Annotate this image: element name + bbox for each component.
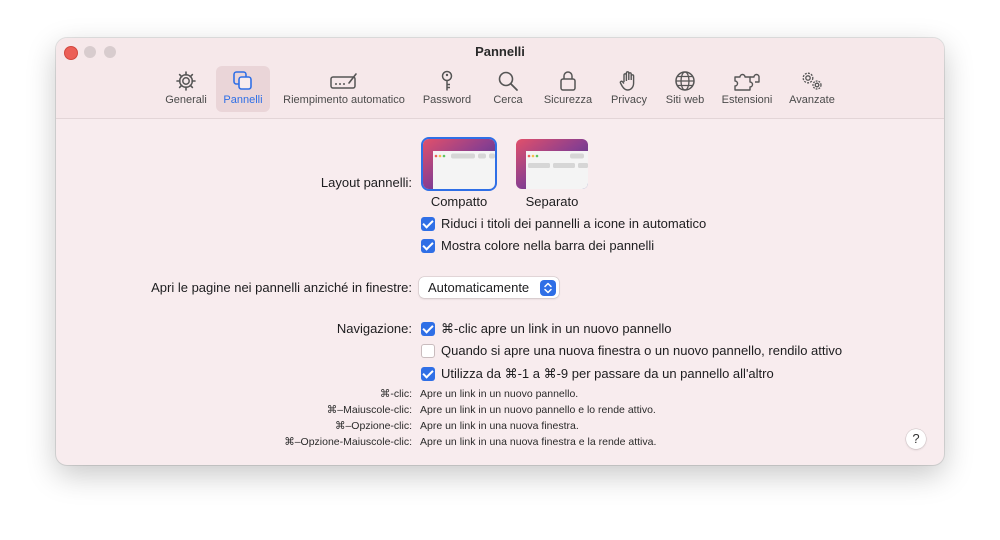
activate-new-label: Quando si apre una nuova finestra o un n… — [441, 343, 843, 358]
lock-icon — [556, 69, 580, 93]
cmd-number-label: Utilizza da ⌘-1 a ⌘-9 per passare da un … — [441, 366, 774, 381]
globe-icon — [673, 69, 697, 93]
tab-label: Cerca — [493, 94, 523, 106]
tab-avanzate[interactable]: Avanzate — [784, 66, 840, 112]
shortcut-key: ⌘–Opzione-clic: — [334, 420, 412, 432]
magnifier-icon — [496, 69, 520, 93]
puzzle-icon — [732, 69, 762, 93]
layout-label: Layout pannelli: — [320, 175, 412, 190]
open-pages-label: Apri le pagine nei pannelli anziché in f… — [151, 280, 412, 295]
show-color-checkbox[interactable] — [421, 239, 435, 253]
tab-label: Password — [422, 94, 472, 106]
tab-siti-web[interactable]: Siti web — [660, 66, 710, 112]
tab-label: Generali — [165, 94, 207, 106]
tab-estensioni[interactable]: Estensioni — [716, 66, 778, 112]
hand-icon — [617, 69, 641, 93]
content-area: Layout pannelli: Compatto Separato Riduc… — [56, 119, 944, 465]
tab-label: Pannelli — [223, 94, 263, 106]
tab-sicurezza[interactable]: Sicurezza — [538, 66, 598, 112]
compact-titles-checkbox[interactable] — [421, 217, 435, 231]
tab-label: Avanzate — [789, 94, 835, 106]
navigation-label: Navigazione: — [336, 321, 412, 336]
shortcut-desc: Apre un link in una nuova finestra. — [420, 420, 579, 432]
open-pages-popup[interactable]: Automaticamente — [419, 277, 559, 298]
gears-icon — [798, 69, 826, 93]
show-color-label: Mostra colore nella barra dei pannelli — [441, 238, 655, 253]
shortcut-key: ⌘-clic: — [379, 388, 412, 400]
help-button[interactable]: ? — [906, 429, 926, 449]
tabs-icon — [231, 69, 255, 93]
titlebar: Pannelli Generali Pannelli Riempimento a… — [56, 38, 944, 119]
key-icon — [435, 69, 459, 93]
tab-label: Siti web — [665, 94, 705, 106]
layout-compact-label: Compatto — [430, 194, 488, 209]
tab-pannelli[interactable]: Pannelli — [216, 66, 270, 112]
autofill-icon — [329, 69, 359, 93]
tab-label: Privacy — [610, 94, 648, 106]
cmd-click-label: ⌘-clic apre un link in un nuovo pannello — [441, 321, 672, 336]
shortcut-key: ⌘–Maiuscole-clic: — [326, 404, 412, 416]
cmd-click-checkbox[interactable] — [421, 322, 435, 336]
tab-generali[interactable]: Generali — [161, 66, 211, 112]
tab-label: Estensioni — [721, 94, 773, 106]
tab-cerca[interactable]: Cerca — [486, 66, 530, 112]
layout-separate-label: Separato — [525, 194, 579, 209]
shortcut-desc: Apre un link in una nuova finestra e la … — [420, 436, 657, 448]
open-pages-value: Automaticamente — [428, 280, 530, 295]
gear-icon — [174, 69, 198, 93]
shortcut-desc: Apre un link in un nuovo pannello e lo r… — [420, 404, 656, 416]
tab-privacy[interactable]: Privacy — [605, 66, 653, 112]
tab-password[interactable]: Password — [419, 66, 475, 112]
compact-titles-label: Riduci i titoli dei pannelli a icone in … — [441, 216, 707, 231]
window-title: Pannelli — [475, 44, 525, 59]
preferences-window: Pannelli Generali Pannelli Riempimento a… — [56, 38, 944, 465]
layout-compact-thumbnail[interactable] — [423, 139, 495, 189]
shortcut-key: ⌘–Opzione-Maiuscole-clic: — [284, 436, 412, 448]
tab-riempimento-automatico[interactable]: Riempimento automatico — [276, 66, 412, 112]
layout-separate-thumbnail[interactable] — [516, 139, 588, 189]
chevron-updown-icon — [540, 280, 556, 296]
tab-label: Riempimento automatico — [283, 94, 405, 106]
tab-label: Sicurezza — [543, 94, 593, 106]
shortcut-desc: Apre un link in un nuovo pannello. — [420, 388, 579, 400]
activate-new-checkbox[interactable] — [421, 344, 435, 358]
cmd-number-checkbox[interactable] — [421, 367, 435, 381]
